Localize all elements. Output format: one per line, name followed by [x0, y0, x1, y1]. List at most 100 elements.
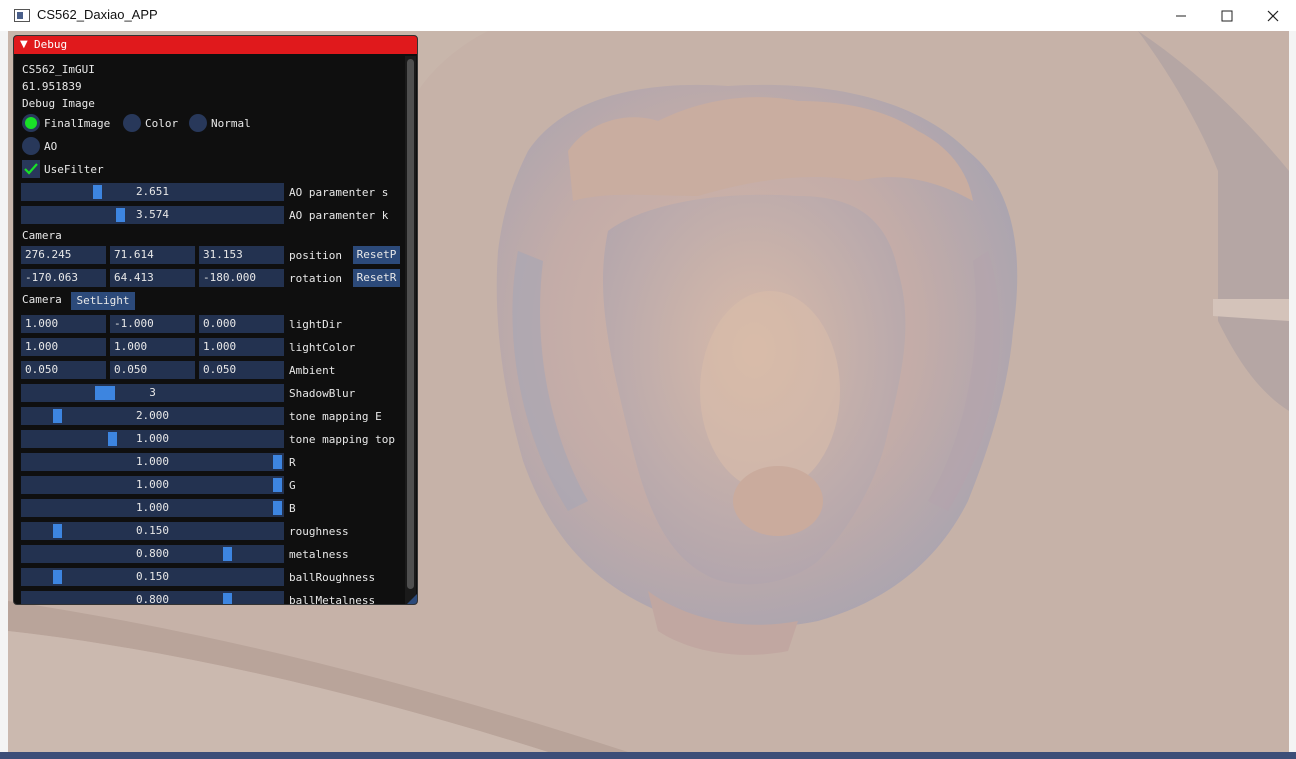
lightcolor-r-input[interactable]: 1.000: [21, 338, 106, 356]
ambient-b-input[interactable]: 0.050: [199, 361, 284, 379]
ball-metalness-slider[interactable]: 0.800: [21, 591, 284, 605]
radio-color-label: Color: [145, 117, 179, 130]
color-r-slider[interactable]: 1.000: [21, 453, 284, 471]
resize-grip[interactable]: [407, 594, 417, 604]
radio-normal[interactable]: [189, 114, 207, 132]
radio-finalimage-label: FinalImage: [44, 117, 111, 130]
ball-roughness-value: 0.150: [135, 570, 170, 583]
lightdir-z-value: 0.000: [203, 317, 237, 330]
metalness-label: metalness: [289, 548, 349, 561]
app-name-text: CS562_ImGUI: [22, 63, 95, 76]
debug-panel-title: Debug: [34, 38, 68, 51]
rotation-x-input[interactable]: -170.063: [21, 269, 106, 287]
camera-section-label-2: Camera: [22, 293, 62, 306]
usefilter-checkbox[interactable]: [22, 160, 40, 178]
ball-metalness-value: 0.800: [135, 593, 170, 605]
fps-text: 61.951839: [22, 80, 82, 93]
debug-scrollbar[interactable]: [405, 56, 416, 604]
color-r-label: R: [289, 456, 296, 469]
rotation-label: rotation: [289, 272, 342, 285]
ambient-r-input[interactable]: 0.050: [21, 361, 106, 379]
lightdir-x-input[interactable]: 1.000: [21, 315, 106, 333]
color-g-label: G: [289, 479, 296, 492]
color-g-slider[interactable]: 1.000: [21, 476, 284, 494]
lightcolor-b-input[interactable]: 1.000: [199, 338, 284, 356]
maximize-button[interactable]: [1204, 0, 1250, 31]
ambient-r-value: 0.050: [25, 363, 59, 376]
radio-color[interactable]: [123, 114, 141, 132]
ao-s-slider[interactable]: 2.651: [21, 183, 284, 201]
background-window-edge-right: [1289, 31, 1296, 759]
ao-k-label: AO paramenter k: [289, 209, 389, 222]
rotation-y-value: 64.413: [114, 271, 154, 284]
ao-k-value: 3.574: [135, 208, 170, 221]
close-icon: [1267, 10, 1279, 22]
metalness-slider[interactable]: 0.800: [21, 545, 284, 563]
tone-mapping-top-label: tone mapping top: [289, 433, 395, 446]
ball-roughness-slider[interactable]: 0.150: [21, 568, 284, 586]
collapse-triangle-icon[interactable]: ▼: [20, 36, 28, 54]
lightdir-y-value: -1.000: [114, 317, 154, 330]
color-r-value: 1.000: [135, 455, 170, 468]
ambient-b-value: 0.050: [203, 363, 237, 376]
rotation-z-input[interactable]: -180.000: [199, 269, 284, 287]
rotation-z-value: -180.000: [203, 271, 256, 284]
debug-panel[interactable]: ▼ Debug CS562_ImGUI 61.951839 Debug Imag…: [13, 35, 418, 605]
shadowblur-slider[interactable]: 3: [21, 384, 284, 402]
app-icon: [14, 9, 30, 22]
reset-rotation-button[interactable]: ResetR: [353, 269, 400, 287]
lightcolor-b-value: 1.000: [203, 340, 237, 353]
rotation-y-input[interactable]: 64.413: [110, 269, 195, 287]
color-g-value: 1.000: [135, 478, 170, 491]
close-button[interactable]: [1250, 0, 1296, 31]
lightcolor-g-input[interactable]: 1.000: [110, 338, 195, 356]
color-b-label: B: [289, 502, 296, 515]
tone-mapping-top-slider[interactable]: 1.000: [21, 430, 284, 448]
camera-section-label: Camera: [22, 229, 62, 242]
position-y-value: 71.614: [114, 248, 154, 261]
debug-panel-header[interactable]: ▼ Debug: [14, 36, 417, 54]
ambient-g-value: 0.050: [114, 363, 148, 376]
radio-ao[interactable]: [22, 137, 40, 155]
set-light-button[interactable]: SetLight: [71, 292, 135, 310]
lightdir-label: lightDir: [289, 318, 342, 331]
radio-finalimage[interactable]: [22, 114, 40, 132]
roughness-slider[interactable]: 0.150: [21, 522, 284, 540]
tone-mapping-e-value: 2.000: [135, 409, 170, 422]
shadowblur-value: 3: [149, 386, 156, 399]
ambient-label: Ambient: [289, 364, 336, 377]
roughness-label: roughness: [289, 525, 349, 538]
shadowblur-label: ShadowBlur: [289, 387, 356, 400]
background-window-edge: [0, 31, 8, 759]
ao-s-value: 2.651: [135, 185, 170, 198]
rotation-x-value: -170.063: [25, 271, 78, 284]
taskbar-edge: [0, 752, 1296, 759]
ball-metalness-label: ballMetalness: [289, 594, 376, 605]
metalness-value: 0.800: [135, 547, 170, 560]
color-b-value: 1.000: [135, 501, 170, 514]
position-y-input[interactable]: 71.614: [110, 246, 195, 264]
color-b-slider[interactable]: 1.000: [21, 499, 284, 517]
lightcolor-label: lightColor: [289, 341, 356, 354]
title-bar: CS562_Daxiao_APP: [0, 0, 1296, 32]
position-x-input[interactable]: 276.245: [21, 246, 106, 264]
ball-roughness-label: ballRoughness: [289, 571, 376, 584]
reset-position-button[interactable]: ResetP: [353, 246, 400, 264]
check-icon: [24, 163, 38, 175]
lightdir-z-input[interactable]: 0.000: [199, 315, 284, 333]
position-z-input[interactable]: 31.153: [199, 246, 284, 264]
lightdir-y-input[interactable]: -1.000: [110, 315, 195, 333]
debug-scrollbar-grab[interactable]: [407, 59, 414, 589]
position-x-value: 276.245: [25, 248, 72, 261]
minimize-button[interactable]: [1158, 0, 1204, 31]
position-z-value: 31.153: [203, 248, 243, 261]
position-label: position: [289, 249, 342, 262]
ao-k-slider[interactable]: 3.574: [21, 206, 284, 224]
radio-selected-dot: [25, 117, 37, 129]
tone-mapping-e-slider[interactable]: 2.000: [21, 407, 284, 425]
maximize-icon: [1221, 10, 1233, 22]
ambient-g-input[interactable]: 0.050: [110, 361, 195, 379]
lightdir-x-value: 1.000: [25, 317, 59, 330]
lightcolor-g-value: 1.000: [114, 340, 148, 353]
radio-normal-label: Normal: [211, 117, 251, 130]
